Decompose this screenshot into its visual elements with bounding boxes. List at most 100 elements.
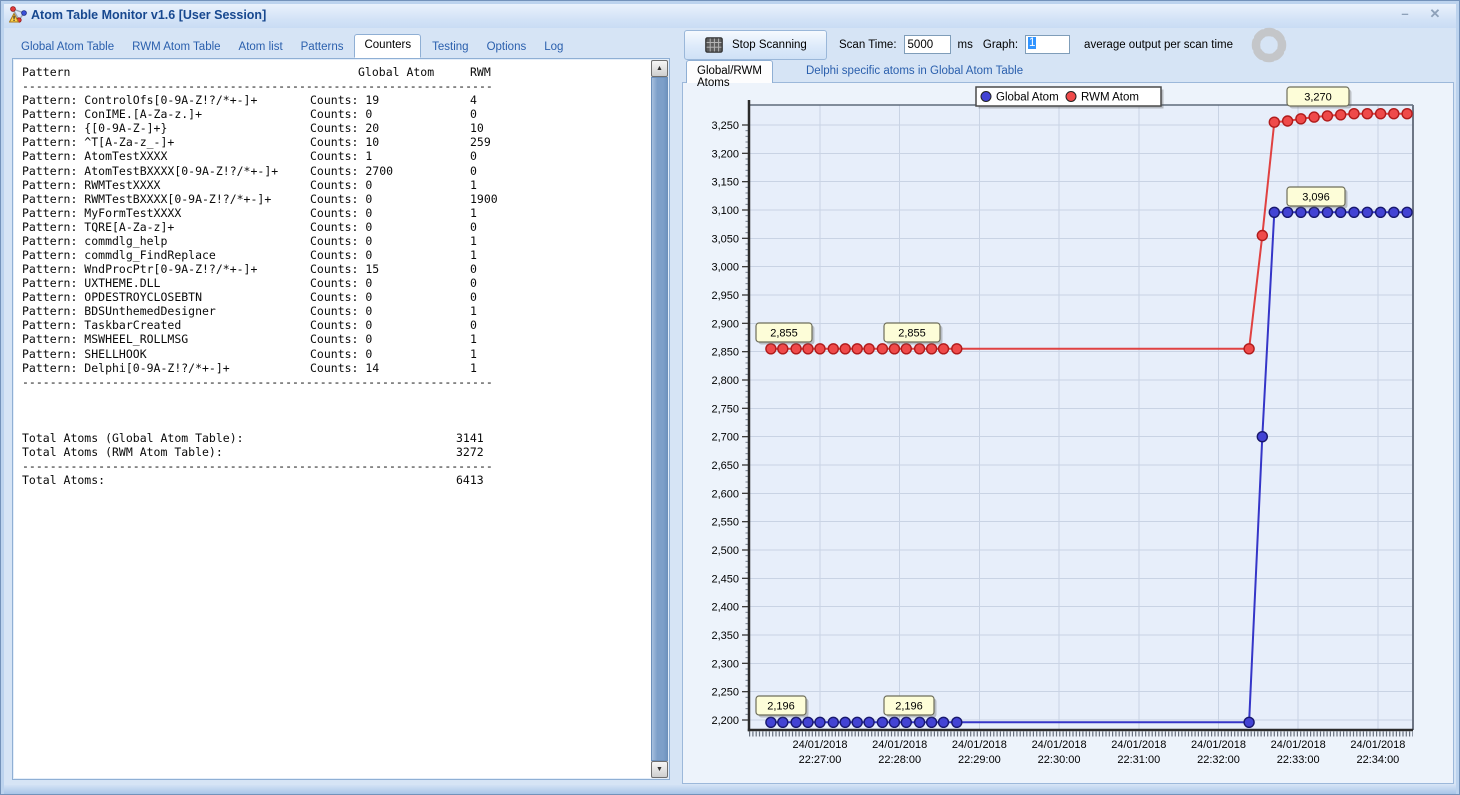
report-line — [14, 403, 650, 417]
report-line: Pattern: TQRE[A-Za-z]+ Counts: 00 — [22, 219, 477, 234]
tab-global-rwm-atoms[interactable]: Global/RWM Atoms — [686, 60, 773, 89]
window-bottom-frame — [1, 785, 1459, 794]
svg-text:3,150: 3,150 — [711, 177, 739, 189]
svg-text:24/01/2018: 24/01/2018 — [1191, 739, 1246, 751]
svg-text:2,950: 2,950 — [711, 290, 739, 302]
svg-text:2,300: 2,300 — [711, 658, 739, 670]
stop-scanning-button[interactable]: Stop Scanning — [684, 29, 827, 60]
report-line: Pattern: RWMTestBXXXX[0-9A-Z!?/*+-]+ Coun… — [22, 191, 498, 206]
svg-text:3,250: 3,250 — [711, 120, 739, 132]
svg-text:RWM Atom: RWM Atom — [1081, 92, 1139, 104]
svg-text:22:29:00: 22:29:00 — [958, 754, 1001, 766]
svg-text:24/01/2018: 24/01/2018 — [1111, 739, 1166, 751]
report-line: Pattern: OPDESTROYCLOSEBTN Counts: 00 — [22, 290, 477, 305]
svg-text:3,000: 3,000 — [711, 262, 739, 274]
svg-text:2,600: 2,600 — [711, 488, 739, 500]
report-line: Pattern: RWMTestXXXX Counts: 01 — [22, 177, 477, 192]
report-line: Pattern: TaskbarCreated Counts: 00 — [22, 318, 477, 333]
graph-input-selected-text: 1 — [1028, 37, 1037, 49]
window-title: Atom Table Monitor v1.6 [User Session] — [31, 8, 267, 22]
svg-text:22:27:00: 22:27:00 — [799, 754, 842, 766]
report-line: Pattern: WndProcPtr[0-9A-Z!?/*+-]+ Counts… — [22, 262, 477, 277]
legend-marker-icon — [1065, 91, 1077, 102]
chart-panel: 2,200 2,250 2,300 2,350 2,400 2,450 2,500 2,550… — [682, 82, 1454, 784]
counters-report-panel[interactable]: Pattern Global Atom RWM -------------------… — [12, 58, 670, 780]
toolbar-caption: average output per scan time — [1084, 38, 1233, 51]
svg-text:2,450: 2,450 — [711, 573, 739, 585]
tab-delphi-specific-atoms[interactable]: Delphi specific atoms in Global Atom Tab… — [806, 65, 1023, 77]
svg-text:22:34:00: 22:34:00 — [1356, 754, 1399, 766]
main-tab-rwm-atom-table[interactable]: RWM Atom Table — [125, 37, 227, 58]
report-line: Pattern: BDSUnthemedDesigner Counts: 01 — [22, 304, 477, 319]
graph-input[interactable]: 1 — [1025, 35, 1071, 54]
svg-text:3,270: 3,270 — [1304, 92, 1332, 104]
svg-text:Global Atom: Global Atom — [996, 92, 1059, 104]
svg-text:2,350: 2,350 — [711, 630, 739, 642]
report-scrollbar[interactable]: ▲ ▼ — [651, 60, 668, 778]
report-line — [14, 389, 650, 403]
report-line: ----------------------------------------… — [22, 79, 493, 94]
report-line: Pattern: MyFormTestXXXX Counts: 01 — [22, 205, 477, 220]
svg-text:24/01/2018: 24/01/2018 — [1271, 739, 1326, 751]
scrollbar-thumb[interactable] — [651, 77, 668, 761]
svg-text:2,200: 2,200 — [711, 715, 739, 727]
svg-text:3,100: 3,100 — [711, 205, 739, 217]
svg-text:3,050: 3,050 — [711, 233, 739, 245]
report-line: Pattern: UXTHEME.DLL Counts: 00 — [22, 276, 477, 291]
main-tab-atom-list[interactable]: Atom list — [232, 37, 290, 58]
main-tab-bar: Global Atom Table RWM Atom Table Atom list… — [14, 34, 570, 58]
report-line: Pattern: MSWHEEL_ROLLMSG Counts: 01 — [22, 332, 477, 347]
main-tab-counters[interactable]: Counters — [354, 34, 422, 58]
close-button[interactable]: ✕ — [1425, 6, 1445, 22]
report-line: Pattern: commdlg_help Counts: 01 — [22, 233, 477, 248]
report-line: Pattern Global Atom RWM — [22, 65, 491, 79]
svg-text:24/01/2018: 24/01/2018 — [1032, 739, 1087, 751]
svg-text:2,650: 2,650 — [711, 460, 739, 472]
main-tab-patterns[interactable]: Patterns — [294, 37, 351, 58]
report-line: ----------------------------------------… — [22, 459, 493, 474]
report-line: Pattern: SHELLHOOK Counts: 01 — [22, 346, 477, 361]
report-line: Pattern: ^T[A-Za-z_-]+ Counts: 10 259 — [22, 135, 491, 150]
svg-text:22:32:00: 22:32:00 — [1197, 754, 1240, 766]
scan-toolbar: Stop Scanning Scan Time: ms Graph: 1 ave… — [684, 27, 1289, 62]
svg-text:2,800: 2,800 — [711, 375, 739, 387]
report-line: Pattern: ControlOfs[0-9A-Z!?/*+-]+ Counts… — [22, 93, 477, 108]
graph-label: Graph: — [982, 38, 1019, 51]
svg-text:22:33:00: 22:33:00 — [1277, 754, 1320, 766]
busy-spinner-icon — [1251, 27, 1287, 62]
svg-text:2,250: 2,250 — [711, 687, 739, 699]
svg-text:3,200: 3,200 — [711, 148, 739, 160]
svg-text:2,855: 2,855 — [770, 328, 798, 340]
svg-text:2,700: 2,700 — [711, 432, 739, 444]
svg-text:2,900: 2,900 — [711, 318, 739, 330]
minimize-button[interactable]: – — [1395, 6, 1415, 21]
svg-text:2,196: 2,196 — [767, 701, 795, 713]
main-tab-log[interactable]: Log — [537, 37, 570, 58]
counters-report-text: Pattern Global Atom RWM -------------------… — [14, 60, 650, 778]
legend-marker-icon — [980, 91, 992, 102]
scrollbar-down-icon[interactable]: ▼ — [651, 761, 668, 778]
report-line: Pattern: ConIME.[A-Za-z.]+ Counts: 00 — [22, 107, 477, 122]
report-line: Pattern: Delphi[0-9A-Z!?/*+-]+ Counts: 14… — [22, 360, 477, 375]
report-line — [14, 417, 650, 431]
grid-icon — [705, 36, 723, 53]
svg-text:2,750: 2,750 — [711, 403, 739, 415]
scan-time-input[interactable] — [903, 35, 951, 54]
svg-text:2,550: 2,550 — [711, 517, 739, 529]
stop-scanning-label: Stop Scanning — [732, 38, 807, 51]
title-bar[interactable]: Atom Table Monitor v1.6 [User Session] –… — [1, 1, 1459, 28]
main-tab-options[interactable]: Options — [480, 37, 534, 58]
app-icon — [9, 6, 27, 23]
ms-label: ms — [957, 38, 973, 51]
main-tab-global-atom-table[interactable]: Global Atom Table — [14, 37, 121, 58]
scrollbar-up-icon[interactable]: ▲ — [651, 60, 668, 77]
svg-text:22:28:00: 22:28:00 — [878, 754, 921, 766]
scan-time-label: Scan Time: — [839, 38, 897, 51]
main-tab-testing[interactable]: Testing — [425, 37, 475, 58]
svg-text:2,400: 2,400 — [711, 602, 739, 614]
report-line: Total Atoms (RWM Atom Table): 3272 — [22, 445, 484, 460]
report-line: ----------------------------------------… — [22, 374, 493, 389]
svg-text:2,850: 2,850 — [711, 347, 739, 359]
report-line: Total Atoms (Global Atom Table): 3141 — [22, 431, 484, 446]
report-line: Pattern: commdlg_FindReplace Counts: 01 — [22, 248, 477, 263]
